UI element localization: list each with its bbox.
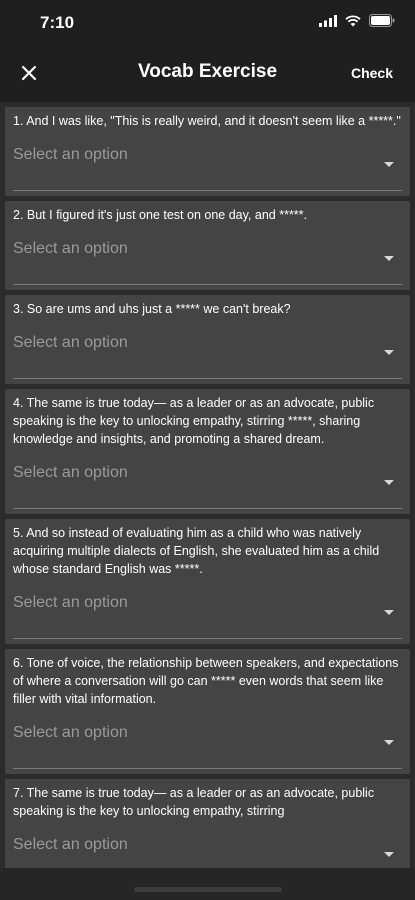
caret-down-icon	[384, 350, 394, 355]
question-text: 4. The same is true today— as a leader o…	[13, 396, 375, 446]
answer-dropdown[interactable]: Select an option	[13, 830, 402, 868]
dropdown-placeholder: Select an option	[13, 724, 128, 741]
caret-down-icon	[384, 852, 394, 857]
question-text: 1. And I was like, "This is really weird…	[13, 114, 401, 128]
answer-dropdown[interactable]: Select an option	[13, 140, 402, 191]
question-text: 3. So are ums and uhs just a ***** we ca…	[13, 302, 291, 316]
answer-dropdown[interactable]: Select an option	[13, 328, 402, 379]
question-text: 5. And so instead of evaluating him as a…	[13, 526, 380, 576]
answer-dropdown[interactable]: Select an option	[13, 588, 402, 639]
status-bar: 7:10	[0, 0, 415, 44]
dropdown-placeholder: Select an option	[13, 464, 128, 481]
question-card: 6. Tone of voice, the relationship betwe…	[5, 649, 410, 774]
question-card: 1. And I was like, "This is really weird…	[5, 107, 410, 196]
answer-dropdown[interactable]: Select an option	[13, 458, 402, 509]
battery-icon	[369, 14, 395, 27]
bottom-bar	[0, 868, 415, 900]
caret-down-icon	[384, 610, 394, 615]
dropdown-placeholder: Select an option	[13, 836, 128, 853]
caret-down-icon	[384, 256, 394, 261]
status-icons	[319, 14, 395, 27]
caret-down-icon	[384, 740, 394, 745]
question-card: 4. The same is true today— as a leader o…	[5, 389, 410, 514]
question-text: 7. The same is true today— as a leader o…	[13, 786, 375, 818]
dropdown-placeholder: Select an option	[13, 334, 128, 351]
question-list[interactable]: 1. And I was like, "This is really weird…	[0, 102, 415, 868]
dropdown-placeholder: Select an option	[13, 240, 128, 257]
check-button[interactable]: Check	[351, 65, 393, 81]
app-bar: Vocab Exercise Check	[0, 44, 415, 102]
question-text: 6. Tone of voice, the relationship betwe…	[13, 656, 399, 706]
caret-down-icon	[384, 480, 394, 485]
question-card: 3. So are ums and uhs just a ***** we ca…	[5, 295, 410, 384]
question-card: 5. And so instead of evaluating him as a…	[5, 519, 410, 644]
signal-icon	[319, 14, 337, 27]
caret-down-icon	[384, 162, 394, 167]
question-card: 7. The same is true today— as a leader o…	[5, 779, 410, 868]
question-text: 2. But I figured it's just one test on o…	[13, 208, 308, 222]
dropdown-placeholder: Select an option	[13, 146, 128, 163]
answer-dropdown[interactable]: Select an option	[13, 718, 402, 769]
home-indicator[interactable]	[134, 887, 282, 892]
question-card: 2. But I figured it's just one test on o…	[5, 201, 410, 290]
status-time: 7:10	[40, 13, 75, 32]
wifi-icon	[345, 14, 361, 26]
answer-dropdown[interactable]: Select an option	[13, 234, 402, 285]
dropdown-placeholder: Select an option	[13, 594, 128, 611]
